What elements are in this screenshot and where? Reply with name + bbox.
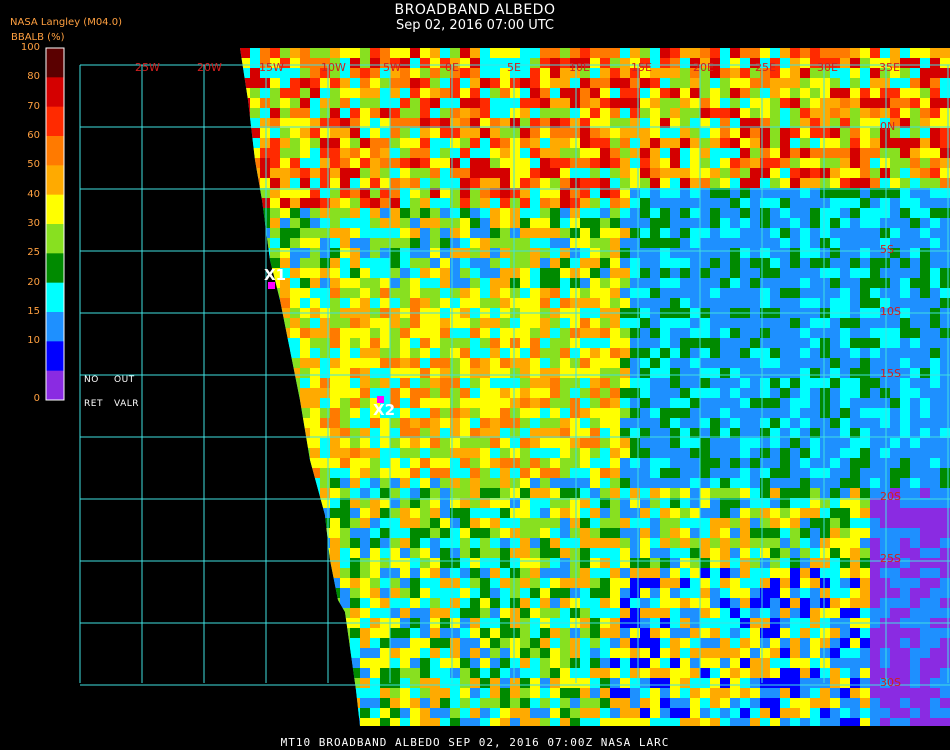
colorbar-swatch — [46, 165, 64, 196]
latitude-label: 30S — [880, 676, 901, 689]
colorbar-tick-label: 80 — [27, 71, 40, 83]
longitude-label: 35E — [879, 61, 900, 74]
colorbar-tick-label: 25 — [27, 247, 40, 259]
colorbar-swatch — [46, 77, 64, 108]
albedo-map: 25W 20W 15W 10W 5W 0E 5E 10E 15E 20E 25E 30E 35E 0N 5S… — [45, 47, 950, 726]
colorbar-tick-label: 0 — [33, 393, 40, 404]
longitude-label: 5E — [507, 61, 521, 74]
svg-text:X2: X2 — [373, 401, 395, 419]
longitude-label: 20E — [693, 61, 714, 74]
longitude-label: 15E — [631, 61, 652, 74]
latitude-label: 20S — [880, 490, 901, 503]
longitude-label: 10E — [569, 61, 590, 74]
colorbar-tick-label: 15 — [27, 306, 40, 317]
colorbar-tick-label: 60 — [27, 130, 40, 141]
colorbar-tick-label: 50 — [27, 159, 40, 171]
longitude-label: 0E — [445, 61, 459, 74]
colorbar-tick-label: 100 — [20, 42, 40, 53]
no-ret-label-bottom: RET — [84, 399, 103, 409]
colorbar-tick-label: 30 — [27, 218, 40, 229]
longitude-label: 10W — [321, 61, 346, 74]
longitude-label: 5W — [383, 61, 401, 74]
longitude-label: 30E — [817, 61, 838, 74]
latitude-label: 10S — [880, 305, 901, 318]
colorbar-swatch — [46, 194, 64, 225]
svg-text:X1: X1 — [264, 266, 286, 284]
colorbar-tick-label: 70 — [27, 100, 40, 112]
longitude-label: 15W — [259, 61, 284, 74]
colorbar-tick-label: 20 — [27, 276, 40, 288]
longitude-label: 25W — [135, 61, 160, 74]
colorbar-swatch — [46, 370, 64, 401]
satellite-swath — [240, 48, 950, 726]
footer-caption: MT10 BROADBAND ALBEDO SEP 02, 2016 07:00… — [280, 736, 670, 749]
longitude-label: 20W — [197, 61, 222, 74]
colorbar-swatch — [46, 136, 64, 166]
colorbar-tick-label: 40 — [27, 188, 40, 200]
colorbar — [45, 47, 65, 401]
colorbar-swatch — [46, 282, 64, 313]
colorbar-swatch — [46, 341, 64, 372]
longitude-label: 25E — [755, 61, 776, 74]
latitude-label: 15S — [880, 367, 901, 380]
colorbar-swatch — [46, 106, 64, 137]
colorbar-swatch — [46, 48, 64, 78]
latitude-label: 5S — [880, 243, 894, 256]
latitude-label: 0N — [880, 120, 895, 133]
out-valr-label-top: OUT — [114, 375, 135, 385]
out-valr-label-bottom: VALR — [114, 399, 140, 409]
colorbar-tick-label: 10 — [27, 335, 40, 347]
no-ret-label-top: NO — [84, 375, 99, 385]
colorbar-swatch — [46, 224, 64, 254]
colorbar-swatch — [46, 312, 64, 342]
latitude-label: 25S — [880, 552, 901, 565]
colorbar-swatch — [46, 253, 64, 284]
